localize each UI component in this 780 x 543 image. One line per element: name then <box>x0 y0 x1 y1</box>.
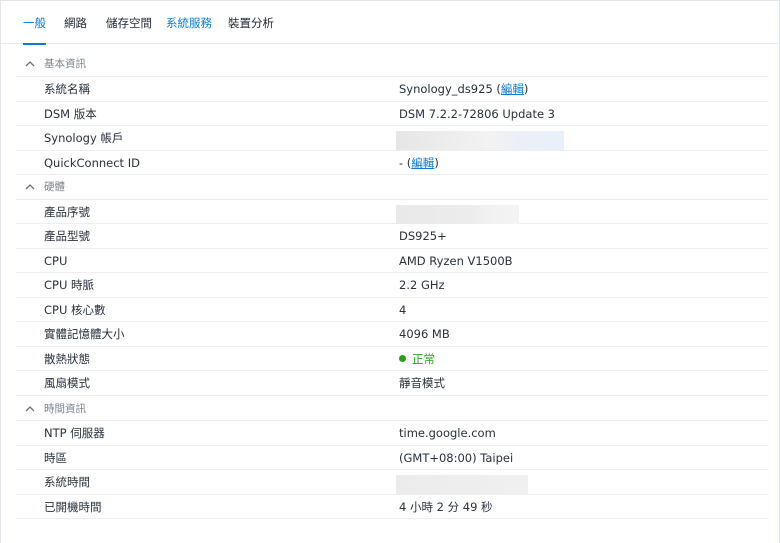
row-label: Synology 帳戶 <box>44 131 124 145</box>
row-value: Synology_ds925 (編輯) <box>399 82 529 96</box>
row-value: - (編輯) <box>399 155 439 170</box>
thermal-status-text: 正常 <box>412 351 435 366</box>
row-label: 時區 <box>44 450 67 465</box>
quickconnect-value: - <box>399 155 404 170</box>
row-label: QuickConnect ID <box>44 155 140 170</box>
section-title: 時間資訊 <box>44 402 86 415</box>
row-label: 風扇模式 <box>44 376 90 390</box>
row-quickconnect-id: QuickConnect ID - (編輯) <box>16 151 768 175</box>
section-title: 基本資訊 <box>44 58 86 70</box>
row-label: 系統名稱 <box>44 82 90 96</box>
section-hardware[interactable]: 硬體 <box>16 175 768 200</box>
row-synology-account: Synology 帳戶 <box>16 126 768 151</box>
chevron-up-icon[interactable] <box>24 403 36 415</box>
row-system-name: 系統名稱 Synology_ds925 (編輯) <box>16 77 768 102</box>
tab-network[interactable]: 網路 <box>64 0 87 44</box>
row-label: 產品序號 <box>44 204 90 219</box>
row-label: CPU 時脈 <box>44 278 95 292</box>
section-time-info[interactable]: 時間資訊 <box>16 397 768 421</box>
edit-quickconnect-link[interactable]: 編輯 <box>411 156 434 170</box>
row-label: 系統時間 <box>44 475 90 489</box>
row-dsm-version: DSM 版本 DSM 7.2.2-72806 Update 3 <box>16 102 768 126</box>
row-cpu-clock: CPU 時脈 2.2 GHz <box>16 273 768 298</box>
row-timezone: 時區 (GMT+08:00) Taipei <box>16 446 768 470</box>
row-cpu: CPU AMD Ryzen V1500B <box>16 249 768 273</box>
row-label: DSM 版本 <box>44 106 97 121</box>
row-value: 4 小時 2 分 49 秒 <box>399 499 493 514</box>
row-value: DS925+ <box>399 229 447 243</box>
row-uptime: 已開機時間 4 小時 2 分 49 秒 <box>16 495 768 519</box>
row-label: CPU 核心數 <box>44 302 106 317</box>
tab-device-analytics[interactable]: 裝置分析 <box>228 0 274 44</box>
row-value: 正常 <box>399 347 435 371</box>
tab-bar: 一般 網路 儲存空間 系統服務 裝置分析 <box>0 0 780 45</box>
row-cpu-cores: CPU 核心數 4 <box>16 298 768 322</box>
tab-general[interactable]: 一般 <box>23 0 46 45</box>
edit-system-name-link[interactable]: 編輯 <box>501 82 524 96</box>
row-value: DSM 7.2.2-72806 Update 3 <box>399 106 556 121</box>
tab-storage[interactable]: 儲存空間 <box>106 0 152 44</box>
row-value: time.google.com <box>399 426 496 440</box>
row-label: NTP 伺服器 <box>44 426 105 440</box>
row-value: 2.2 GHz <box>399 278 445 292</box>
status-dot-icon <box>399 354 406 362</box>
row-value: 4096 MB <box>399 327 450 341</box>
row-label: 散熱狀態 <box>44 351 90 366</box>
redacted-value <box>396 475 528 494</box>
row-value: 靜音模式 <box>399 376 445 390</box>
tab-services[interactable]: 系統服務 <box>166 0 212 44</box>
row-label: CPU <box>44 253 68 268</box>
row-memory: 實體記憶體大小 4096 MB <box>16 322 768 347</box>
chevron-up-icon[interactable] <box>24 58 36 70</box>
row-value: (GMT+08:00) Taipei <box>399 450 514 465</box>
section-title: 硬體 <box>44 181 65 193</box>
redacted-value <box>396 131 564 150</box>
row-label: 產品型號 <box>44 229 90 243</box>
row-serial-number: 產品序號 <box>16 200 768 224</box>
row-model: 產品型號 DS925+ <box>16 224 768 249</box>
system-name-value: Synology_ds925 <box>399 82 493 96</box>
row-label: 實體記憶體大小 <box>44 327 125 341</box>
chevron-up-icon[interactable] <box>24 181 36 193</box>
section-basic-info[interactable]: 基本資訊 <box>16 52 768 77</box>
row-thermal-status: 散熱狀態 正常 <box>16 347 768 371</box>
row-fan-mode: 風扇模式 靜音模式 <box>16 371 768 396</box>
row-value: 4 <box>399 302 407 317</box>
row-system-time: 系統時間 <box>16 470 768 495</box>
redacted-value <box>396 204 519 224</box>
row-value: AMD Ryzen V1500B <box>399 253 513 268</box>
row-ntp-server: NTP 伺服器 time.google.com <box>16 421 768 446</box>
row-label: 已開機時間 <box>44 499 102 514</box>
